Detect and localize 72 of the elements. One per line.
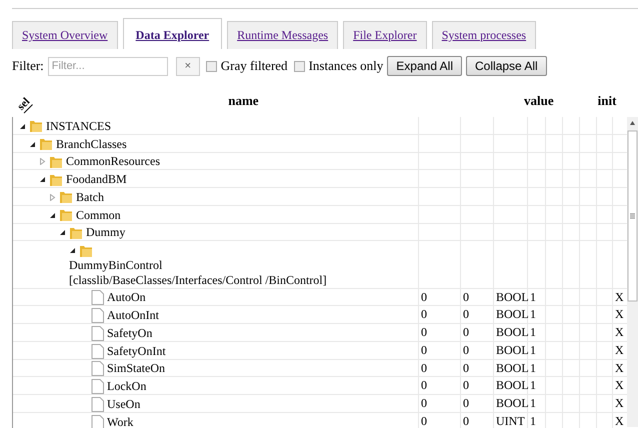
table-cell: 0 bbox=[463, 290, 469, 304]
table-cell: BOOL bbox=[496, 396, 529, 410]
table-cell: 0 bbox=[463, 325, 469, 339]
filter-label: Filter: bbox=[12, 58, 44, 74]
table-cell: 1 bbox=[530, 290, 536, 304]
checkbox-label: Instances only bbox=[308, 58, 384, 74]
table-cell: 0 bbox=[463, 307, 469, 322]
table-cell: BOOL bbox=[496, 342, 529, 357]
table-cell: 1 bbox=[530, 360, 536, 374]
table-cell: 0 bbox=[421, 325, 427, 339]
column-header: sel bbox=[15, 96, 34, 114]
table-cell: 0 bbox=[463, 414, 469, 428]
table-cell: 1 bbox=[530, 414, 536, 428]
init-mark: X bbox=[615, 378, 624, 392]
clear-button[interactable]: × bbox=[176, 56, 200, 76]
table-cell: 0 bbox=[421, 396, 427, 410]
column-header: name bbox=[228, 92, 259, 108]
init-mark: X bbox=[615, 414, 624, 428]
table-cell: 0 bbox=[421, 307, 427, 322]
init-mark: X bbox=[615, 360, 624, 374]
variable-name: AutoOnInt bbox=[107, 308, 159, 323]
init-mark: X bbox=[615, 290, 624, 304]
variable-name: LockOn bbox=[107, 379, 146, 394]
table-cell: 0 bbox=[463, 360, 469, 374]
table-cell: BOOL bbox=[496, 360, 529, 374]
table-cell: BOOL bbox=[496, 307, 529, 322]
table-cell: BOOL bbox=[496, 290, 529, 304]
folder-name[interactable]: Batch bbox=[76, 190, 104, 205]
variable-name: AutoOn bbox=[107, 290, 146, 306]
table-cell: 1 bbox=[530, 342, 536, 357]
tab[interactable]: Data Explorer bbox=[122, 18, 222, 49]
checkbox-label: Gray filtered bbox=[220, 58, 288, 74]
table-cell: 0 bbox=[421, 414, 427, 428]
variable-name: UseOn bbox=[107, 396, 140, 412]
toolbar-button[interactable]: Collapse All bbox=[466, 56, 547, 76]
table-cell: 0 bbox=[463, 342, 469, 357]
table-cell: UINT bbox=[496, 414, 525, 428]
table-cell: 1 bbox=[530, 325, 536, 339]
table-cell: 0 bbox=[421, 342, 427, 357]
tab[interactable]: System processes bbox=[432, 21, 536, 49]
folder-name[interactable]: Dummy bbox=[86, 225, 126, 240]
folder-name[interactable]: INSTANCES bbox=[46, 118, 112, 134]
table-cell: 0 bbox=[463, 396, 469, 410]
tab[interactable]: System Overview bbox=[12, 21, 118, 49]
table-cell: 0 bbox=[421, 290, 427, 304]
toolbar-button[interactable]: Expand All bbox=[387, 56, 462, 76]
table-cell: BOOL bbox=[496, 378, 529, 392]
init-mark: X bbox=[615, 307, 624, 322]
variable-name: SafetyOn bbox=[107, 326, 152, 341]
init-mark: X bbox=[615, 342, 624, 357]
init-mark: X bbox=[615, 325, 624, 339]
variable-name: Work bbox=[107, 414, 134, 428]
variable-name: SafetyOnInt bbox=[107, 344, 166, 358]
folder-name[interactable]: DummyBinControl [classlib/BaseClasses/Interfaces/Control /BinControl] bbox=[69, 258, 349, 288]
table-cell: 1 bbox=[530, 378, 536, 392]
table-cell: 1 bbox=[530, 307, 536, 322]
table-cell: 0 bbox=[421, 360, 427, 374]
folder-name[interactable]: FoodandBM bbox=[66, 172, 127, 187]
column-header: init bbox=[598, 92, 616, 108]
table-cell: 1 bbox=[530, 396, 536, 410]
filter-field[interactable]: Filter... bbox=[48, 56, 168, 76]
folder-name[interactable]: Common bbox=[76, 208, 121, 222]
column-header: value bbox=[524, 92, 554, 108]
init-mark: X bbox=[615, 396, 624, 410]
table-cell: 0 bbox=[421, 378, 427, 392]
table-cell: BOOL bbox=[496, 325, 529, 339]
tab[interactable]: Runtime Messages bbox=[227, 21, 338, 49]
tab[interactable]: File Explorer bbox=[343, 21, 427, 49]
folder-name[interactable]: BranchClasses bbox=[56, 136, 127, 152]
folder-name[interactable]: CommonResources bbox=[66, 154, 160, 170]
table-cell: 0 bbox=[463, 378, 469, 392]
variable-name: SimStateOn bbox=[107, 361, 166, 376]
